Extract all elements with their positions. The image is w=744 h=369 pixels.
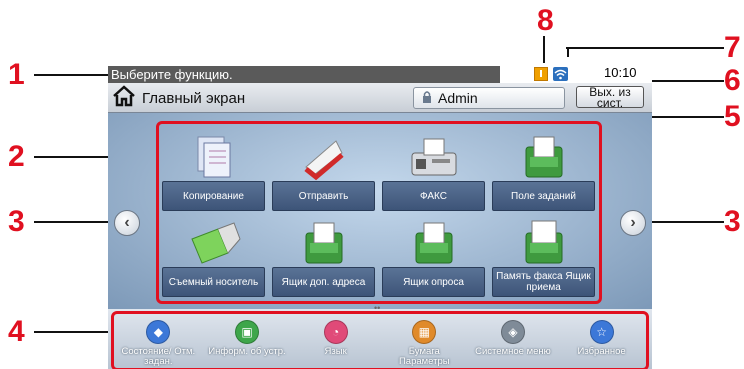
subaddress-box-icon xyxy=(294,219,354,269)
function-label: Копирование xyxy=(162,181,265,211)
chevron-right-icon: › xyxy=(630,214,636,231)
function-label: ФАКС xyxy=(382,181,485,211)
quick-access-bar: ◆ Состояние/ Отм. задан. ▣ Информ. об ус… xyxy=(108,309,652,369)
alert-indicator-icon xyxy=(534,67,548,81)
function-fax-memory-rx-box[interactable]: Память факса Ящик приема xyxy=(492,213,595,299)
function-job-box[interactable]: Поле заданий xyxy=(492,127,595,213)
quick-label: Информ. об устр. xyxy=(208,346,286,357)
system-menu-icon: ◈ xyxy=(500,320,525,344)
polling-box-icon xyxy=(404,219,464,269)
leader-line-3-right xyxy=(646,221,724,223)
function-copy[interactable]: Копирование xyxy=(162,127,265,213)
quick-access-panel: ◆ Состояние/ Отм. задан. ▣ Информ. об ус… xyxy=(111,311,649,369)
scroll-left-button[interactable]: ‹ xyxy=(114,210,140,236)
device-info-button[interactable]: ▣ Информ. об устр. xyxy=(207,320,287,357)
home-label: Главный экран xyxy=(142,89,246,107)
function-label: Съемный носитель xyxy=(162,267,265,297)
function-label: Ящик опроса xyxy=(382,267,485,297)
language-button[interactable]: ◔ Язык xyxy=(296,320,376,357)
quick-label: Состояние/ Отм. задан. xyxy=(121,346,196,367)
quick-label: Язык xyxy=(324,346,347,357)
favorites-button[interactable]: ☆ Избранное xyxy=(562,320,642,357)
function-send[interactable]: Отправить xyxy=(272,127,375,213)
leader-line-7 xyxy=(566,47,724,49)
callout-3-right: 3 xyxy=(724,205,741,238)
status-cancel-job-button[interactable]: ◆ Состояние/ Отм. задан. xyxy=(118,320,198,367)
job-box-icon xyxy=(514,133,574,183)
leader-line-4 xyxy=(34,331,114,333)
callout-6: 6 xyxy=(724,64,741,97)
quick-label: Избранное xyxy=(577,346,626,357)
home-icon xyxy=(112,85,136,111)
function-label: Поле заданий xyxy=(492,181,595,211)
function-label: Ящик доп. адреса xyxy=(272,267,375,297)
lock-icon xyxy=(422,90,432,107)
callout-8: 8 xyxy=(537,4,554,37)
callout-4: 4 xyxy=(8,315,25,348)
function-subaddress-box[interactable]: Ящик доп. адреса xyxy=(272,213,375,299)
leader-line-5 xyxy=(640,116,724,118)
function-polling-box[interactable]: Ящик опроса xyxy=(382,213,485,299)
function-removable-media[interactable]: Съемный носитель xyxy=(162,213,265,299)
function-label: Память факса Ящик приема xyxy=(492,267,595,297)
system-menu-button[interactable]: ◈ Системное меню xyxy=(473,320,553,357)
fax-icon xyxy=(404,133,464,183)
leader-line-7-vertical xyxy=(567,47,569,57)
logout-button[interactable]: Вых. из сист. xyxy=(576,86,644,110)
callout-1: 1 xyxy=(8,58,25,91)
usb-icon xyxy=(184,219,244,269)
function-panel: Копирование Отправить ФАКС Поле заданий … xyxy=(156,121,602,304)
device-screen: Выберите функцию. 10:10 Главный экран Ad… xyxy=(108,63,652,369)
leader-line-8 xyxy=(543,36,545,66)
favorites-icon: ☆ xyxy=(589,320,614,344)
paper-icon: ▦ xyxy=(412,320,437,344)
status-bar: Выберите функцию. 10:10 xyxy=(108,63,652,83)
callout-3-left: 3 xyxy=(8,205,25,238)
callout-diagram: 1 2 3 4 5 6 7 8 3 Выберите функцию. 10:1… xyxy=(0,0,744,369)
send-icon xyxy=(294,133,354,183)
scroll-right-button[interactable]: › xyxy=(620,210,646,236)
callout-5: 5 xyxy=(724,100,741,133)
callout-7: 7 xyxy=(724,31,741,64)
status-icon: ◆ xyxy=(146,320,171,344)
leader-line-1 xyxy=(34,74,114,76)
language-icon: ◔ xyxy=(323,320,348,344)
chevron-left-icon: ‹ xyxy=(124,214,130,231)
function-area: ‹ › Копирование Отправить ФАКС Поле зада… xyxy=(108,113,652,309)
callout-2: 2 xyxy=(8,140,25,173)
paper-settings-button[interactable]: ▦ Бумага Параметры xyxy=(384,320,464,367)
user-name: Admin xyxy=(438,90,478,106)
user-login-button[interactable]: Admin xyxy=(413,87,565,109)
quick-label: Системное меню xyxy=(475,346,551,357)
device-info-icon: ▣ xyxy=(234,320,259,344)
function-label: Отправить xyxy=(272,181,375,211)
top-bar: Главный экран Admin Вых. из сист. xyxy=(108,83,652,113)
copy-icon xyxy=(184,133,244,183)
quick-label: Бумага Параметры xyxy=(398,346,450,367)
function-fax[interactable]: ФАКС xyxy=(382,127,485,213)
status-message: Выберите функцию. xyxy=(108,66,500,83)
logout-label-line2: сист. xyxy=(596,96,624,110)
wireless-network-icon xyxy=(553,67,568,81)
fax-memory-icon xyxy=(514,219,574,269)
home-button[interactable]: Главный экран xyxy=(112,85,246,111)
clock: 10:10 xyxy=(604,65,637,80)
